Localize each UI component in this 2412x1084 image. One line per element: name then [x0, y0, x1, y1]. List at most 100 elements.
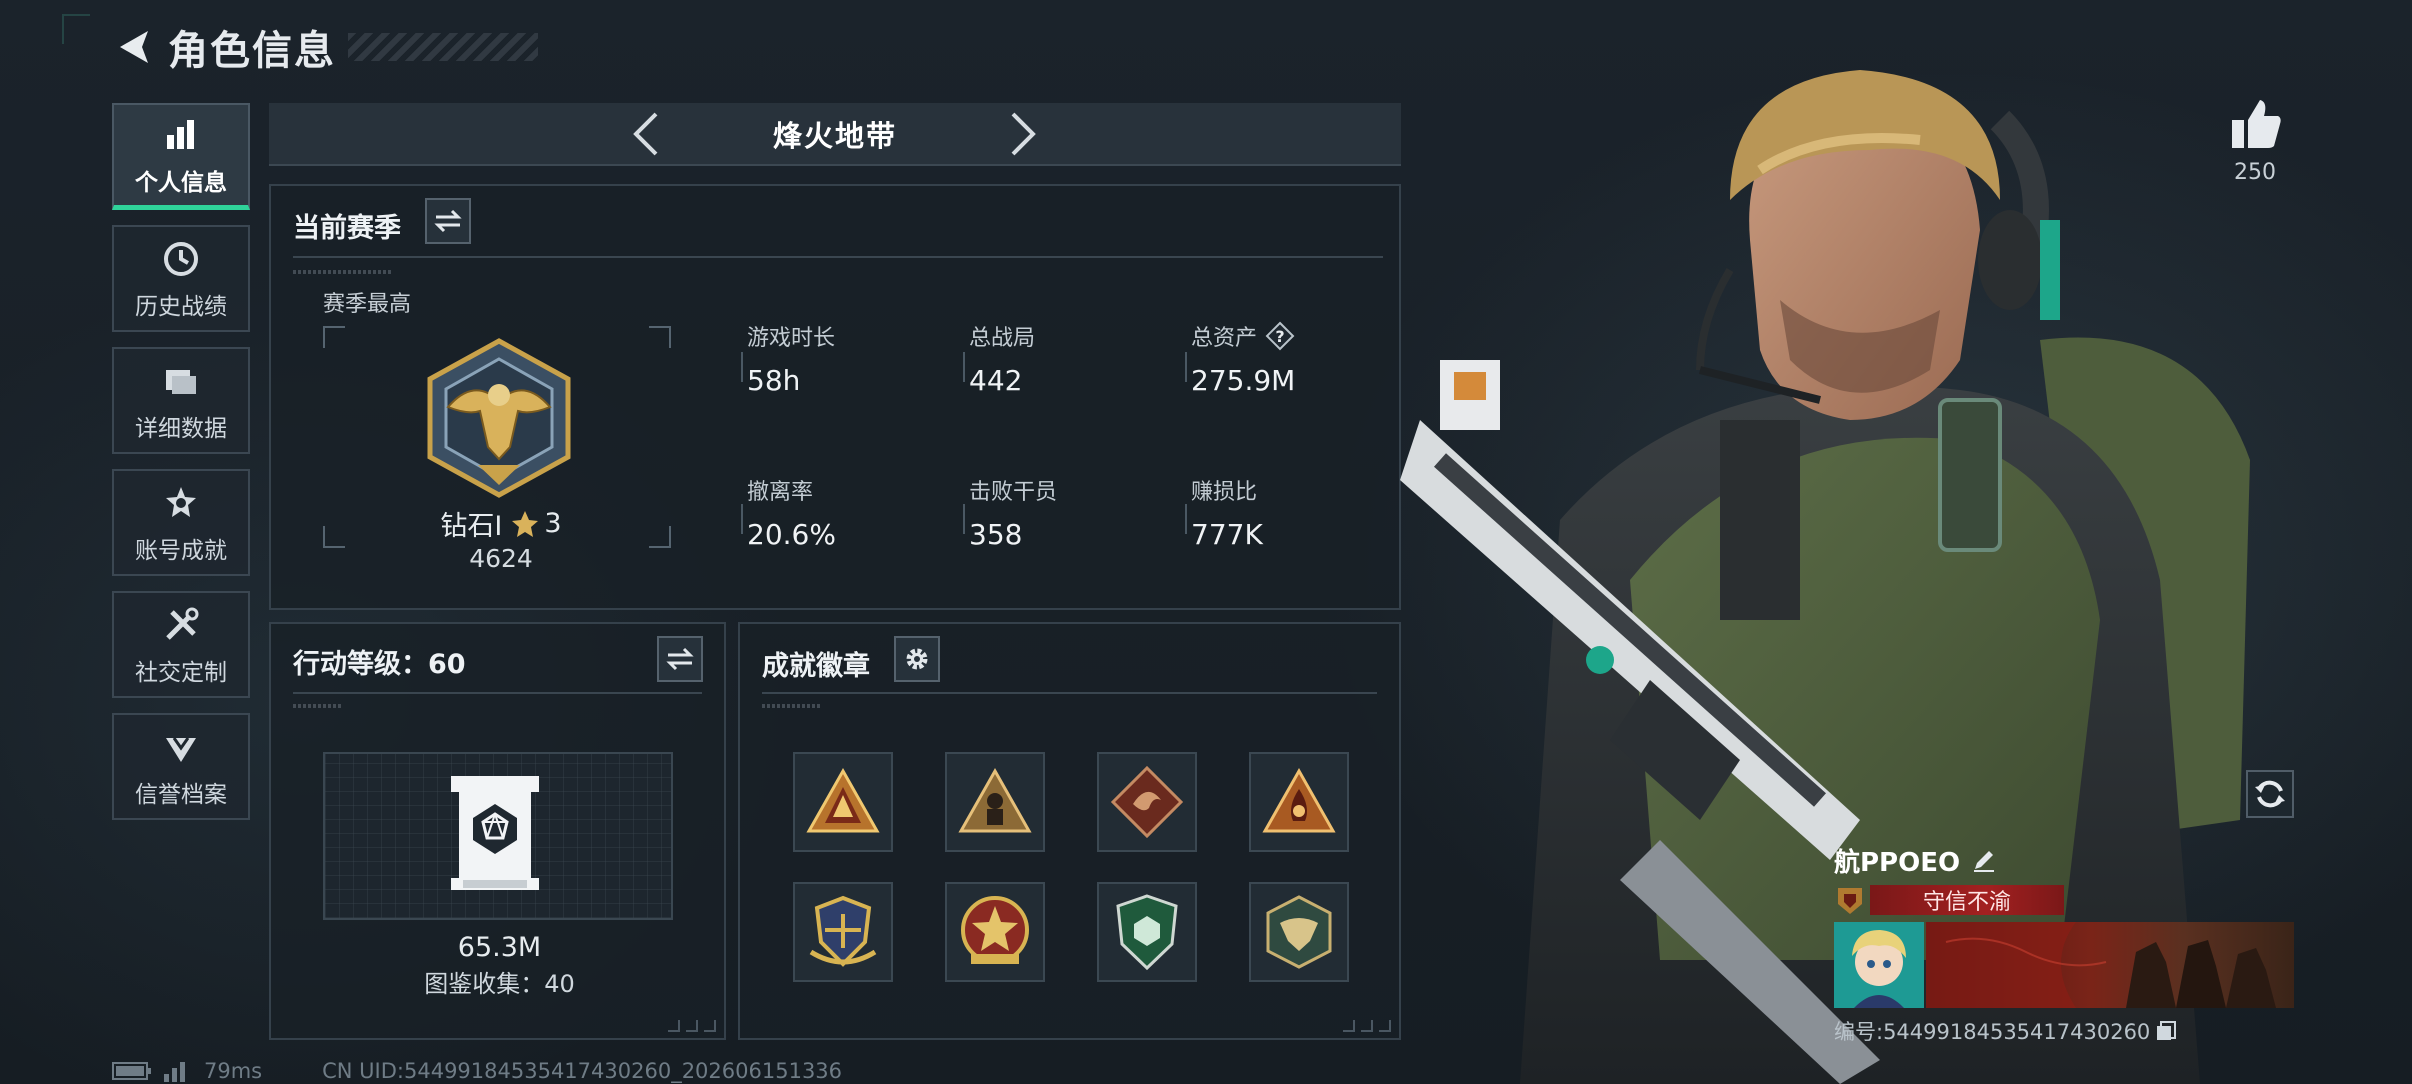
badge-slot[interactable]	[793, 882, 893, 982]
winged-shield-badge-icon	[809, 895, 877, 967]
copy-id-button[interactable]	[2154, 1019, 2178, 1043]
svg-text:?: ?	[1275, 327, 1284, 346]
triangle-gold-badge-icon	[806, 767, 880, 833]
sidebar-item-personal-info[interactable]: 个人信息	[112, 103, 250, 210]
uid-line: CN UID:544991845354174302​60_20260615133…	[322, 1059, 843, 1083]
rotate-model-button[interactable]	[2246, 770, 2294, 818]
corner-decoration	[1343, 1020, 1391, 1032]
season-switch-button[interactable]	[425, 198, 471, 244]
sidebar-item-history[interactable]: 历史战绩	[112, 225, 250, 332]
level-switch-button[interactable]	[657, 636, 703, 682]
triangle-flame-badge-icon	[1262, 767, 1336, 833]
divider	[762, 692, 1377, 694]
level-title: 行动等级：60	[293, 649, 466, 680]
swap-icon	[666, 647, 694, 671]
like-count: 250	[2234, 160, 2276, 185]
rank-name: 钻石Ⅰ	[440, 511, 503, 542]
corner-decoration	[668, 1020, 716, 1032]
stat-profit-loss-ratio: 赚损比 777K	[1191, 480, 1263, 551]
credit-diamond-icon	[159, 725, 203, 769]
signal-icon	[164, 1062, 185, 1082]
decoration	[762, 704, 822, 708]
collection-case-icon	[451, 776, 539, 890]
divider	[293, 692, 702, 694]
sidebar-item-label: 社交定制	[135, 659, 227, 686]
clock-history-icon	[159, 237, 203, 281]
ping-value: 79ms	[204, 1059, 263, 1083]
tools-icon	[159, 603, 203, 647]
back-button[interactable]	[112, 25, 156, 69]
avatar[interactable]	[1834, 922, 1924, 1008]
sidebar-item-credit-record[interactable]: 信誉档案	[112, 713, 250, 820]
copy-icon	[2157, 1021, 2177, 1040]
sidebar-item-label: 详细数据	[135, 415, 227, 442]
battery-icon	[112, 1062, 151, 1080]
help-icon[interactable]: ?	[1265, 321, 1295, 351]
sidebar-item-label: 历史战绩	[135, 293, 227, 320]
profile-banner[interactable]	[1925, 922, 2294, 1008]
chevron-right-icon	[1011, 112, 1036, 156]
swap-icon	[434, 209, 462, 233]
pencil-icon	[1974, 851, 1995, 872]
player-card: 航PPOEO 守信不渝 编号	[1834, 840, 2294, 1046]
achievement-badge-panel: 成就徽章	[738, 622, 1401, 1040]
season-title: 当前赛季	[293, 213, 401, 244]
gear-icon	[906, 648, 928, 670]
edit-name-button[interactable]	[1968, 844, 2000, 876]
triangle-soldier-badge-icon	[958, 767, 1032, 833]
sidebar-item-achievements[interactable]: 账号成就	[112, 469, 250, 576]
stat-total-assets: 总资产 ? 275.9M	[1191, 320, 1391, 397]
page-header: 角色信息	[112, 22, 538, 74]
mode-switcher: 烽火地带	[269, 103, 1401, 166]
mode-next-button[interactable]	[1000, 111, 1046, 157]
badge-slot[interactable]	[1249, 752, 1349, 852]
achievement-star-icon	[159, 481, 203, 525]
operation-level-panel: 行动等级：60 65.3M 图鉴收集：40	[269, 622, 726, 1040]
title-emblem-icon	[1838, 888, 1862, 914]
sidebar-item-social-custom[interactable]: 社交定制	[112, 591, 250, 698]
player-title: 守信不渝	[1870, 885, 2064, 915]
rank-name-row: 钻石Ⅰ 3	[351, 504, 651, 543]
badge-slot[interactable]	[945, 882, 1045, 982]
decoration	[293, 270, 393, 274]
back-arrow-icon	[120, 31, 148, 63]
bar-chart-icon	[159, 113, 203, 157]
season-panel: 当前赛季 赛季最高 钻石Ⅰ 3 4624 游戏时长 58h 总战局 442 总资…	[269, 184, 1401, 610]
green-shield-badge-icon	[1116, 894, 1178, 971]
sidebar-item-label: 个人信息	[135, 170, 227, 196]
title-decoration	[348, 33, 538, 61]
sidebar: 个人信息 历史战绩 详细数据 账号成就 社交定制 信誉档案	[112, 103, 250, 835]
player-name: 航PPOEO	[1834, 847, 1961, 878]
star-icon	[512, 510, 539, 537]
sidebar-item-details[interactable]: 详细数据	[112, 347, 250, 454]
level-value: 65.3M	[457, 932, 542, 963]
stat-extraction-rate: 撤离率 20.6%	[747, 480, 836, 551]
divider	[293, 256, 1383, 258]
badge-slot[interactable]	[945, 752, 1045, 852]
star-medal-badge-icon	[961, 896, 1029, 964]
sidebar-item-label: 账号成就	[135, 537, 227, 564]
decoration	[293, 704, 343, 708]
eagle-hexagon-badge-icon	[1266, 895, 1332, 969]
badge-slot[interactable]	[1249, 882, 1349, 982]
diamond-rank-emblem-icon	[427, 338, 571, 498]
badge-title: 成就徽章	[762, 651, 870, 682]
corner-decoration	[62, 14, 90, 44]
thumbs-up-icon	[2232, 100, 2281, 148]
season-best-label: 赛季最高	[323, 292, 412, 317]
chevron-left-icon	[633, 112, 658, 156]
status-footer: 79ms CN UID:544991845354174302​60_202606…	[112, 1058, 842, 1084]
rank-score: 4624	[469, 544, 533, 573]
badge-slot[interactable]	[793, 752, 893, 852]
badge-slot[interactable]	[1097, 752, 1197, 852]
stat-play-time: 游戏时长 58h	[747, 326, 836, 397]
badge-settings-button[interactable]	[894, 636, 940, 682]
like-button[interactable]	[2228, 96, 2284, 152]
badge-slot[interactable]	[1097, 882, 1197, 982]
mode-prev-button[interactable]	[623, 111, 669, 157]
sidebar-item-label: 信誉档案	[135, 781, 227, 808]
rotate-icon	[2255, 780, 2285, 808]
album-count: 图鉴收集：40	[424, 970, 575, 998]
folder-icon	[159, 359, 203, 403]
player-id: 编号:544991845354174302​60	[1834, 1020, 2151, 1044]
